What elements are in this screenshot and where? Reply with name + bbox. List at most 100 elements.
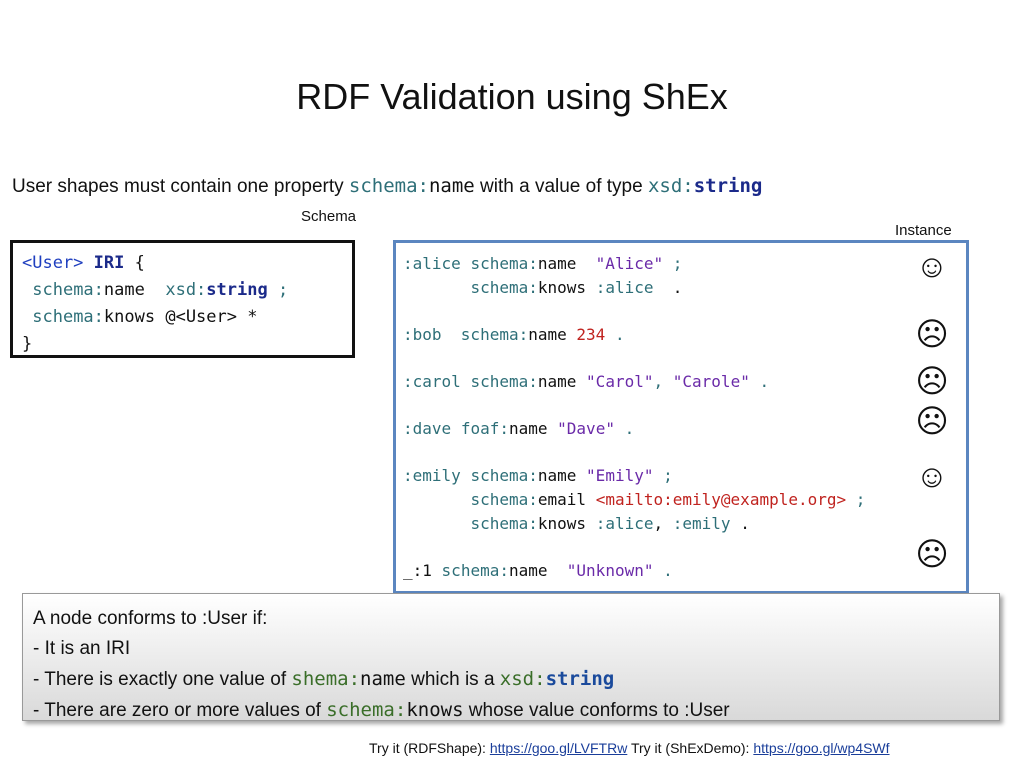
value: "Carole" — [672, 371, 750, 391]
property: name — [537, 254, 577, 273]
text: whose value conforms to :User — [463, 700, 730, 721]
instance-line-emily-1: :emily schema:name "Emily" ; — [403, 464, 865, 488]
property: knows — [103, 307, 156, 327]
prefix: schema: — [470, 254, 538, 273]
cardinality: * — [237, 307, 258, 327]
value: 234 — [576, 324, 606, 344]
sad-face-icon: ☹ — [915, 316, 949, 352]
property: name — [103, 280, 145, 300]
prefix: schema: — [470, 489, 538, 509]
instance-line-carol: :carol schema:name "Carol", "Carole" . — [403, 370, 865, 394]
property: name — [508, 560, 548, 580]
text: which is a — [405, 669, 500, 690]
schema-line-1: <User> IRI { — [22, 250, 288, 277]
schema-label: Schema — [301, 208, 357, 225]
subtitle-type: string — [693, 175, 763, 197]
value: <mailto:emily@example.org> — [595, 489, 847, 509]
property: name — [508, 419, 548, 439]
subtitle-prop: name — [428, 175, 475, 197]
happy-face-icon: ☺ — [915, 248, 949, 284]
open-brace: { — [124, 253, 145, 273]
punct: . — [605, 324, 625, 344]
instance-line-emily-3: schema:knows :alice, :emily . — [403, 512, 865, 536]
value: "Carol" — [586, 371, 654, 391]
subject: _:1 — [403, 560, 432, 580]
schema-code: <User> IRI { schema:name xsd:string ; sc… — [22, 250, 288, 358]
happy-face-icon: ☺ — [915, 458, 949, 494]
type: string — [206, 280, 268, 300]
punct: ; — [653, 466, 673, 486]
semicolon: ; — [267, 280, 289, 300]
prefix: schema: — [32, 280, 104, 300]
note-line-4: - There are zero or more values of schem… — [33, 695, 989, 726]
subject: :bob — [403, 324, 442, 344]
subject: :emily — [403, 466, 461, 486]
prefix: schema: — [441, 560, 509, 580]
prefix: schema: — [470, 371, 538, 391]
sad-face-icon: ☹ — [915, 363, 949, 399]
property: knows — [537, 513, 587, 533]
rdfshape-link[interactable]: https://goo.gl/LVFTRw — [490, 740, 627, 756]
prefix: schema: — [470, 513, 538, 533]
punct: . — [653, 560, 673, 580]
sad-face-icon: ☹ — [915, 536, 949, 572]
subject: :carol — [403, 371, 461, 391]
instance-line-blank-node: _:1 schema:name "Unknown" . — [403, 559, 865, 583]
subtitle-type-prefix: xsd: — [647, 175, 694, 197]
prefix: foaf: — [460, 419, 509, 439]
instance-line-emily-2: schema:email <mailto:emily@example.org> … — [403, 488, 865, 512]
value: "Unknown" — [566, 560, 654, 580]
prefix: schema: — [460, 324, 529, 344]
prefix: schema: — [326, 699, 407, 721]
text: - There is exactly one value of — [33, 669, 292, 690]
property: knows — [537, 277, 587, 297]
punct: ; — [663, 254, 683, 273]
type: string — [545, 668, 615, 690]
note-line-2: - It is an IRI — [33, 638, 131, 659]
subtitle-prop-prefix: schema: — [348, 175, 429, 197]
subtitle-middle: with a value of type — [474, 176, 648, 197]
shexdemo-link[interactable]: https://goo.gl/wp4SWf — [753, 740, 889, 756]
instance-line-bob: :bob schema:name 234 . — [403, 323, 865, 347]
conformance-note: A node conforms to :User if: - It is an … — [22, 593, 1000, 721]
value: :emily — [672, 513, 731, 533]
punct: . — [730, 513, 750, 533]
iri-keyword: IRI — [93, 253, 125, 273]
instance-line-alice-1: :alice schema:name "Alice" ; — [403, 252, 865, 276]
property: email — [537, 489, 587, 509]
property: name — [528, 324, 567, 344]
instance-code: :alice schema:name "Alice" ; schema:know… — [403, 252, 865, 582]
property: knows — [406, 699, 464, 721]
punct: , — [653, 513, 664, 533]
note-line-3: - There is exactly one value of shema:na… — [33, 664, 989, 695]
punct: . — [653, 277, 683, 297]
value: "Emily" — [586, 466, 654, 486]
close-brace: } — [22, 334, 33, 354]
shape-label: <User> — [22, 253, 84, 273]
sad-face-icon: ☹ — [915, 403, 949, 439]
instance-line-dave: :dave foaf:name "Dave" . — [403, 417, 865, 441]
type-prefix: xsd: — [165, 280, 207, 300]
punct: . — [614, 419, 635, 439]
subtitle-prefix: User shapes must contain one property — [12, 176, 349, 197]
prefix: schema: — [32, 307, 104, 327]
property: name — [360, 668, 406, 690]
page-title: RDF Validation using ShEx — [296, 76, 728, 117]
property: name — [537, 466, 577, 486]
prefix: shema: — [291, 668, 361, 690]
footer: Try it (RDFShape): https://goo.gl/LVFTRw… — [369, 740, 890, 756]
value: :alice — [595, 277, 654, 297]
type-prefix: xsd: — [499, 668, 546, 690]
footer-text-shexdemo: Try it (ShExDemo): — [627, 740, 754, 756]
schema-line-2: schema:name xsd:string ; — [22, 277, 288, 304]
subject: :dave — [403, 419, 452, 439]
subject: :alice — [403, 254, 461, 273]
subtitle: User shapes must contain one property sc… — [12, 175, 762, 198]
punct: , — [653, 371, 664, 391]
punct: . — [749, 371, 770, 391]
